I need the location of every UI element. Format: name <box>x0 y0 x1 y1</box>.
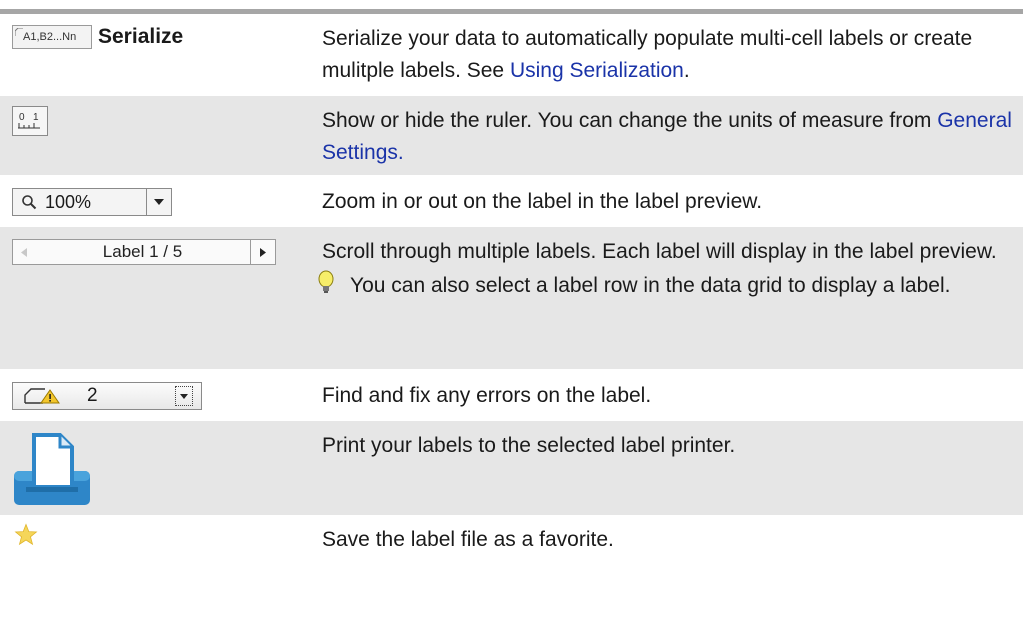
lightbulb-icon <box>318 270 334 293</box>
previous-label-button[interactable] <box>13 240 35 264</box>
zoom-dropdown-button[interactable] <box>146 189 171 215</box>
table-row: 0 1 Show or hide the ruler. You can chan… <box>0 96 1023 175</box>
svg-text:1: 1 <box>33 112 39 123</box>
chevron-left-icon <box>21 247 27 257</box>
chevron-down-icon <box>154 199 164 205</box>
star-icon[interactable] <box>14 523 38 547</box>
row-description: Print your labels to the selected label … <box>322 434 736 457</box>
row-description-end: . <box>683 59 690 82</box>
tip-text: You can also select a label row in the d… <box>350 274 951 297</box>
table-row: 100% Zoom in or out on the label in the … <box>0 177 1023 225</box>
label-warning-icon <box>24 388 60 404</box>
row-description: Scroll through multiple labels. Each lab… <box>322 240 997 263</box>
row-description: Save the label file as a favorite. <box>322 528 614 551</box>
table-row: Label 1 / 5 Scroll through multiple labe… <box>0 227 1023 369</box>
chevron-down-icon <box>180 393 188 399</box>
row-description: Show or hide the ruler. You can change t… <box>322 109 938 132</box>
tip: You can also select a label row in the d… <box>318 270 1023 302</box>
serialize-icon-text: A1,B2...Nn <box>23 31 77 43</box>
label-pager[interactable]: Label 1 / 5 <box>12 239 276 265</box>
row-description: Find and fix any errors on the label. <box>322 384 652 407</box>
magnifier-icon <box>22 195 37 210</box>
print-icon[interactable] <box>12 431 92 507</box>
table-row: Save the label file as a favorite. <box>0 517 1023 557</box>
table-row: A1,B2...Nn Serialize Serialize your data… <box>0 14 1023 94</box>
using-serialization-link[interactable]: Using Serialization <box>510 59 684 82</box>
table-row: Print your labels to the selected label … <box>0 421 1023 515</box>
error-indicator[interactable]: 2 <box>12 382 202 410</box>
serialize-button[interactable]: A1,B2...Nn Serialize <box>12 25 318 49</box>
zoom-control[interactable]: 100% <box>12 188 172 216</box>
svg-text:0: 0 <box>19 112 25 123</box>
next-label-button[interactable] <box>250 240 275 264</box>
serialize-icon: A1,B2...Nn <box>12 25 92 49</box>
error-dropdown-button[interactable] <box>175 386 193 406</box>
ruler-icon[interactable]: 0 1 <box>12 106 48 136</box>
serialize-label: Serialize <box>98 25 184 48</box>
table-row: 2 Find and fix any errors on the label. <box>0 371 1023 419</box>
toolbar-reference-table: A1,B2...Nn Serialize Serialize your data… <box>0 14 1023 557</box>
page-corner-icon <box>15 28 23 36</box>
zoom-value: 100% <box>45 191 92 212</box>
chevron-right-icon <box>260 247 266 257</box>
row-description: Zoom in or out on the label in the label… <box>322 190 763 213</box>
pager-text: Label 1 / 5 <box>102 242 183 261</box>
error-count: 2 <box>87 385 98 406</box>
